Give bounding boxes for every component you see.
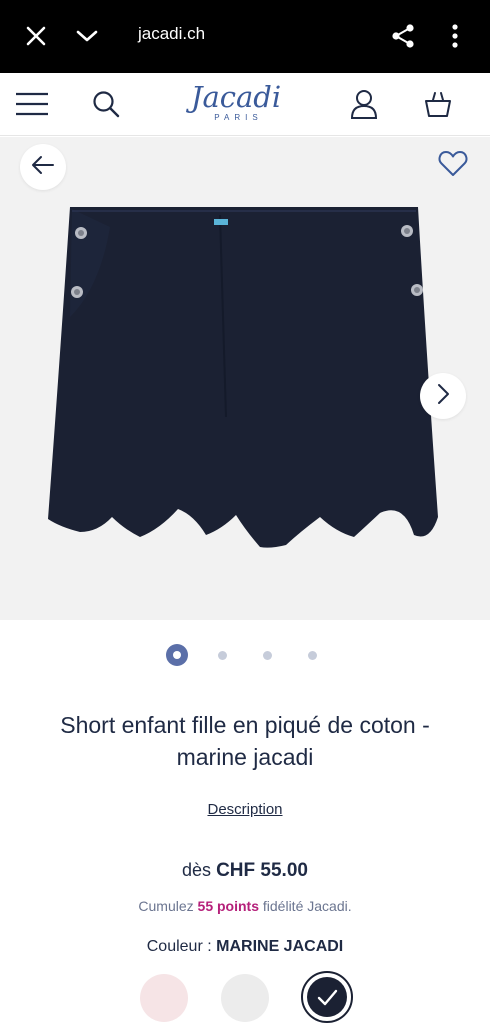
colour-name: MARINE JACADI [216,938,344,955]
basket-icon[interactable] [420,86,456,122]
colour-swatch-navy[interactable] [301,971,353,1023]
swatch-navy-fill [307,977,347,1017]
price-prefix: dès [182,860,212,880]
gallery-prev-button[interactable] [20,144,66,190]
price-amount: CHF 55.00 [216,860,308,881]
share-icon[interactable] [387,20,419,52]
close-icon[interactable] [20,20,52,52]
product-title: Short enfant fille en piqué de coton - m… [0,709,490,773]
check-icon [317,989,338,1006]
more-vert-icon[interactable] [439,20,471,52]
product-price: dès CHF 55.00 [0,860,490,882]
colour-selector-label: Couleur : MARINE JACADI [0,938,490,956]
pagination-dot-2[interactable] [218,651,227,660]
menu-icon[interactable] [14,86,50,122]
description-link[interactable]: Description [0,801,490,818]
product-title-line1: Short enfant fille en piqué de coton - [60,712,430,738]
points-prefix: Cumulez [138,898,194,914]
url-domain[interactable]: jacadi.ch [138,24,205,44]
chevron-right-icon [436,383,450,410]
pagination-dot-4[interactable] [308,651,317,660]
colour-swatch-grey[interactable] [221,974,269,1022]
site-header: Jacadi PARIS [0,73,490,136]
chevron-down-icon[interactable] [71,20,103,52]
product-image [48,207,438,548]
arrow-left-icon [31,155,55,180]
browser-bar: jacadi.ch [0,0,490,73]
logo-wordmark: Jacadi [190,80,282,114]
points-value: 55 points [197,898,259,914]
colour-label: Couleur : [146,938,212,955]
points-suffix: fidélité Jacadi. [262,898,352,914]
loyalty-points: Cumulez 55 points fidélité Jacadi. [0,898,490,914]
gallery-pagination [0,644,490,666]
pagination-dot-1[interactable] [166,644,188,666]
wishlist-button[interactable] [436,149,470,181]
gallery-next-button[interactable] [420,373,466,419]
product-gallery[interactable] [0,137,490,620]
product-title-line2: marine jacadi [176,744,314,770]
heart-icon [438,149,468,182]
pagination-dot-3[interactable] [263,651,272,660]
colour-swatch-pink[interactable] [140,974,188,1022]
jacadi-logo[interactable]: Jacadi PARIS [188,81,284,129]
logo-subtitle: PARIS [214,113,263,122]
account-icon[interactable] [346,86,382,122]
search-icon[interactable] [88,86,124,122]
